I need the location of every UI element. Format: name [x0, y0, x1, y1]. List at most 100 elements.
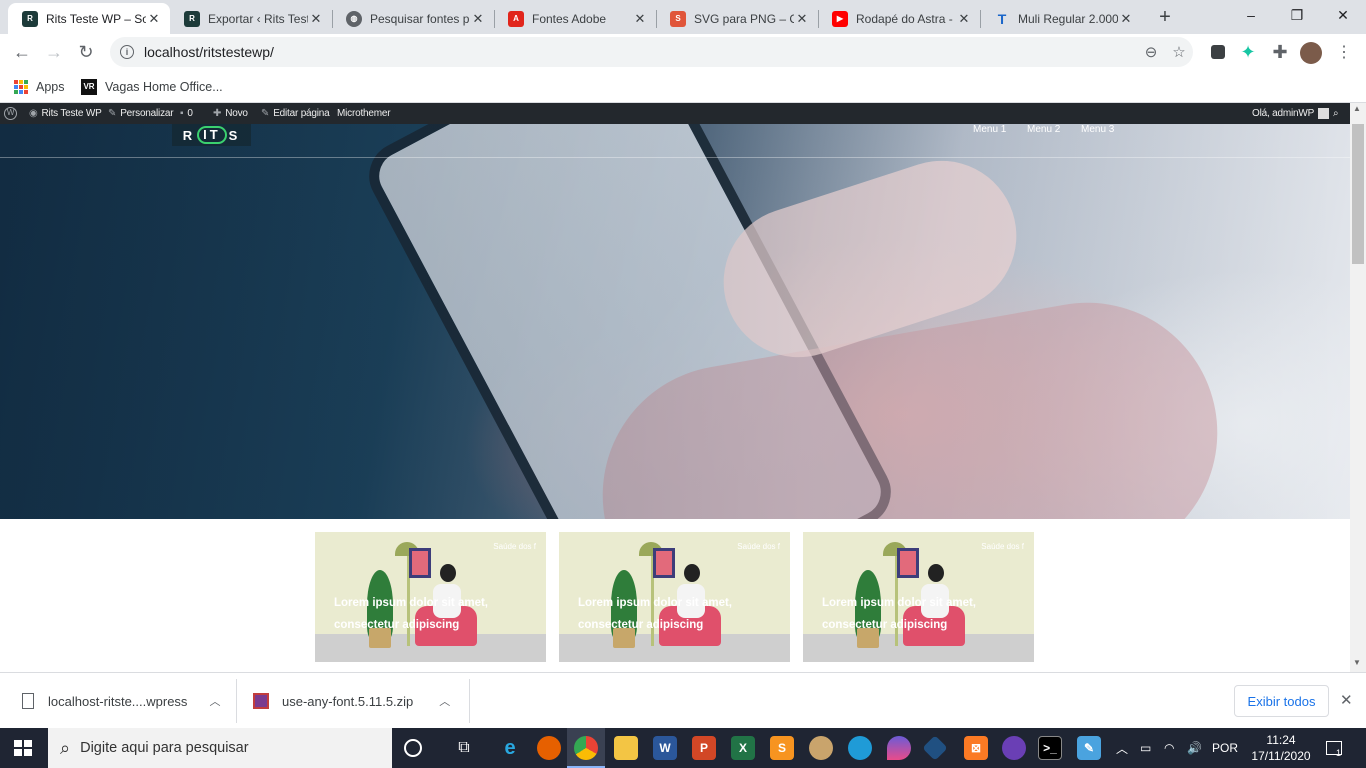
address-bar[interactable]: i localhost/ritstestewp/ ⊖ ☆	[110, 37, 1193, 67]
file-explorer-icon[interactable]	[614, 736, 638, 760]
wp-new-label: Novo	[225, 108, 248, 119]
forward-button[interactable]: →	[40, 38, 68, 66]
task-view-icon[interactable]: ⧉	[452, 736, 476, 760]
close-tab-icon[interactable]: ✕	[1118, 11, 1134, 27]
notifications-button[interactable]: 1	[1326, 728, 1342, 768]
scroll-down-icon[interactable]: ▼	[1353, 658, 1361, 667]
tab-title: Rits Teste WP – So	[46, 11, 146, 26]
terminal-icon[interactable]: >_	[1038, 736, 1062, 760]
wp-logo-button[interactable]: W	[4, 103, 17, 124]
wp-microthemer-link[interactable]: Microthemer	[337, 103, 391, 124]
tab-exportar[interactable]: R Exportar ‹ Rits Test ✕	[170, 3, 332, 34]
wp-customize-link[interactable]: ✎ Personalizar	[108, 103, 174, 124]
tab-title: Muli Regular 2.000	[1018, 11, 1118, 26]
wp-search-button[interactable]: ⌕	[1333, 103, 1339, 124]
menu-item-3[interactable]: Menu 3	[1081, 124, 1114, 138]
close-window-button[interactable]: ✕	[1320, 0, 1366, 30]
tab-muli-regular[interactable]: T Muli Regular 2.000 ✕	[980, 3, 1142, 34]
internet-explorer-icon[interactable]: e	[498, 736, 522, 760]
post-card[interactable]: Saúde dos f Lorem ipsum dolor sit amet, …	[559, 532, 790, 662]
tab-strip: R Rits Teste WP – So ✕ R Exportar ‹ Rits…	[0, 0, 1366, 34]
bookmark-vagas[interactable]: VR Vagas Home Office...	[81, 77, 223, 97]
extensions-button[interactable]: ✚	[1266, 38, 1294, 66]
scroll-up-icon[interactable]: ▲	[1353, 104, 1361, 113]
restore-button[interactable]: ❐	[1274, 0, 1320, 30]
windows-start-icon[interactable]	[14, 740, 32, 756]
wp-new-link[interactable]: ✚ Novo	[213, 103, 248, 124]
wp-comments-link[interactable]: ▪ 0	[180, 103, 193, 124]
close-tab-icon[interactable]: ✕	[470, 11, 486, 27]
new-tab-button[interactable]: +	[1152, 5, 1178, 31]
language-indicator[interactable]: POR	[1212, 728, 1238, 768]
post-card[interactable]: Saúde dos f Lorem ipsum dolor sit amet, …	[315, 532, 546, 662]
close-downloads-icon[interactable]: ✕	[1340, 691, 1353, 709]
close-tab-icon[interactable]: ✕	[632, 11, 648, 27]
minimize-button[interactable]: –	[1228, 0, 1274, 30]
wp-account-link[interactable]: Olá, adminWP	[1252, 103, 1330, 124]
sublime-text-icon[interactable]: S	[770, 736, 794, 760]
download-item[interactable]: localhost-ritste....wpress ︿	[22, 673, 220, 729]
scrollbar-thumb[interactable]	[1352, 124, 1364, 264]
show-all-downloads-button[interactable]: Exibir todos	[1234, 685, 1329, 717]
globe-icon: ◍	[346, 10, 362, 27]
tab-fontes-adobe[interactable]: A Fontes Adobe ✕	[494, 3, 656, 34]
card-text: Lorem ipsum dolor sit amet, consectetur …	[822, 597, 976, 631]
bookmark-apps[interactable]: Apps	[14, 77, 65, 97]
purple-app-icon[interactable]	[1002, 736, 1026, 760]
tab-rodape-astra[interactable]: ▶ Rodapé do Astra - ✕	[818, 3, 980, 34]
reload-button[interactable]: ↻	[72, 38, 100, 66]
download-item[interactable]: use-any-font.5.11.5.zip ︿	[253, 673, 450, 729]
xampp-icon[interactable]: ⊠	[964, 736, 988, 760]
bookmark-label: Apps	[36, 80, 65, 94]
edge-icon[interactable]	[848, 736, 872, 760]
chrome-menu-button[interactable]: ⋮	[1330, 38, 1358, 66]
illustration-head	[928, 564, 944, 582]
chevron-up-icon[interactable]: ︿	[439, 693, 450, 709]
wp-site-link[interactable]: ◉ Rits Teste WP	[29, 103, 102, 124]
volume-icon[interactable]: 🔊	[1187, 728, 1202, 768]
wp-edit-page-link[interactable]: ✎ Editar página	[261, 103, 330, 124]
notepad-icon[interactable]: ✎	[1077, 736, 1101, 760]
post-card[interactable]: Saúde dos f Lorem ipsum dolor sit amet, …	[803, 532, 1034, 662]
sourcetree-icon[interactable]	[922, 735, 948, 761]
profile-avatar[interactable]	[1300, 42, 1322, 64]
zoom-icon[interactable]: ⊖	[1137, 43, 1165, 61]
battery-icon[interactable]: ▭	[1140, 728, 1151, 768]
illustration-head	[684, 564, 700, 582]
hero-banner: R IT S Menu 1 Menu 2 Menu 3	[0, 124, 1350, 519]
wifi-icon[interactable]: ◠	[1164, 728, 1174, 768]
close-tab-icon[interactable]: ✕	[308, 11, 324, 27]
paint-icon[interactable]	[809, 736, 833, 760]
close-tab-icon[interactable]: ✕	[794, 11, 810, 27]
extension-green-icon[interactable]: ✦	[1234, 38, 1262, 66]
chevron-up-icon[interactable]: ︿	[209, 693, 220, 709]
tab-pesquisar-fontes[interactable]: ◍ Pesquisar fontes p ✕	[332, 3, 494, 34]
powerpoint-icon[interactable]: P	[692, 736, 716, 760]
chrome-icon[interactable]	[574, 736, 598, 760]
cortana-icon[interactable]	[404, 739, 422, 757]
url-text[interactable]: localhost/ritstestewp/	[144, 44, 1137, 60]
menu-item-2[interactable]: Menu 2	[1027, 124, 1060, 138]
droplet-app-icon[interactable]	[887, 736, 911, 760]
search-placeholder: Digite aqui para pesquisar	[80, 740, 249, 756]
extension-microthemer-icon[interactable]	[1204, 38, 1232, 66]
taskbar-search-box[interactable]: ⌕ Digite aqui para pesquisar	[48, 728, 392, 768]
site-logo[interactable]: R IT S	[172, 124, 251, 146]
tab-title: Exportar ‹ Rits Test	[208, 11, 308, 26]
tab-rits-teste-wp[interactable]: R Rits Teste WP – So ✕	[8, 3, 170, 34]
close-tab-icon[interactable]: ✕	[956, 11, 972, 27]
clock-date: 17/11/2020	[1251, 749, 1311, 763]
firefox-icon[interactable]	[537, 736, 561, 760]
back-button[interactable]: ←	[8, 38, 36, 66]
star-icon[interactable]: ☆	[1165, 43, 1193, 61]
tab-svg-para-png[interactable]: S SVG para PNG – C ✕	[656, 3, 818, 34]
illustration-frame	[653, 548, 675, 578]
show-hidden-icons[interactable]: ︿	[1116, 728, 1128, 768]
close-tab-icon[interactable]: ✕	[146, 11, 162, 27]
file-icon	[22, 693, 34, 709]
excel-icon[interactable]: X	[731, 736, 755, 760]
info-icon[interactable]: i	[120, 45, 134, 59]
menu-item-1[interactable]: Menu 1	[973, 124, 1006, 138]
clock[interactable]: 11:24 17/11/2020	[1246, 732, 1316, 764]
word-icon[interactable]: W	[653, 736, 677, 760]
